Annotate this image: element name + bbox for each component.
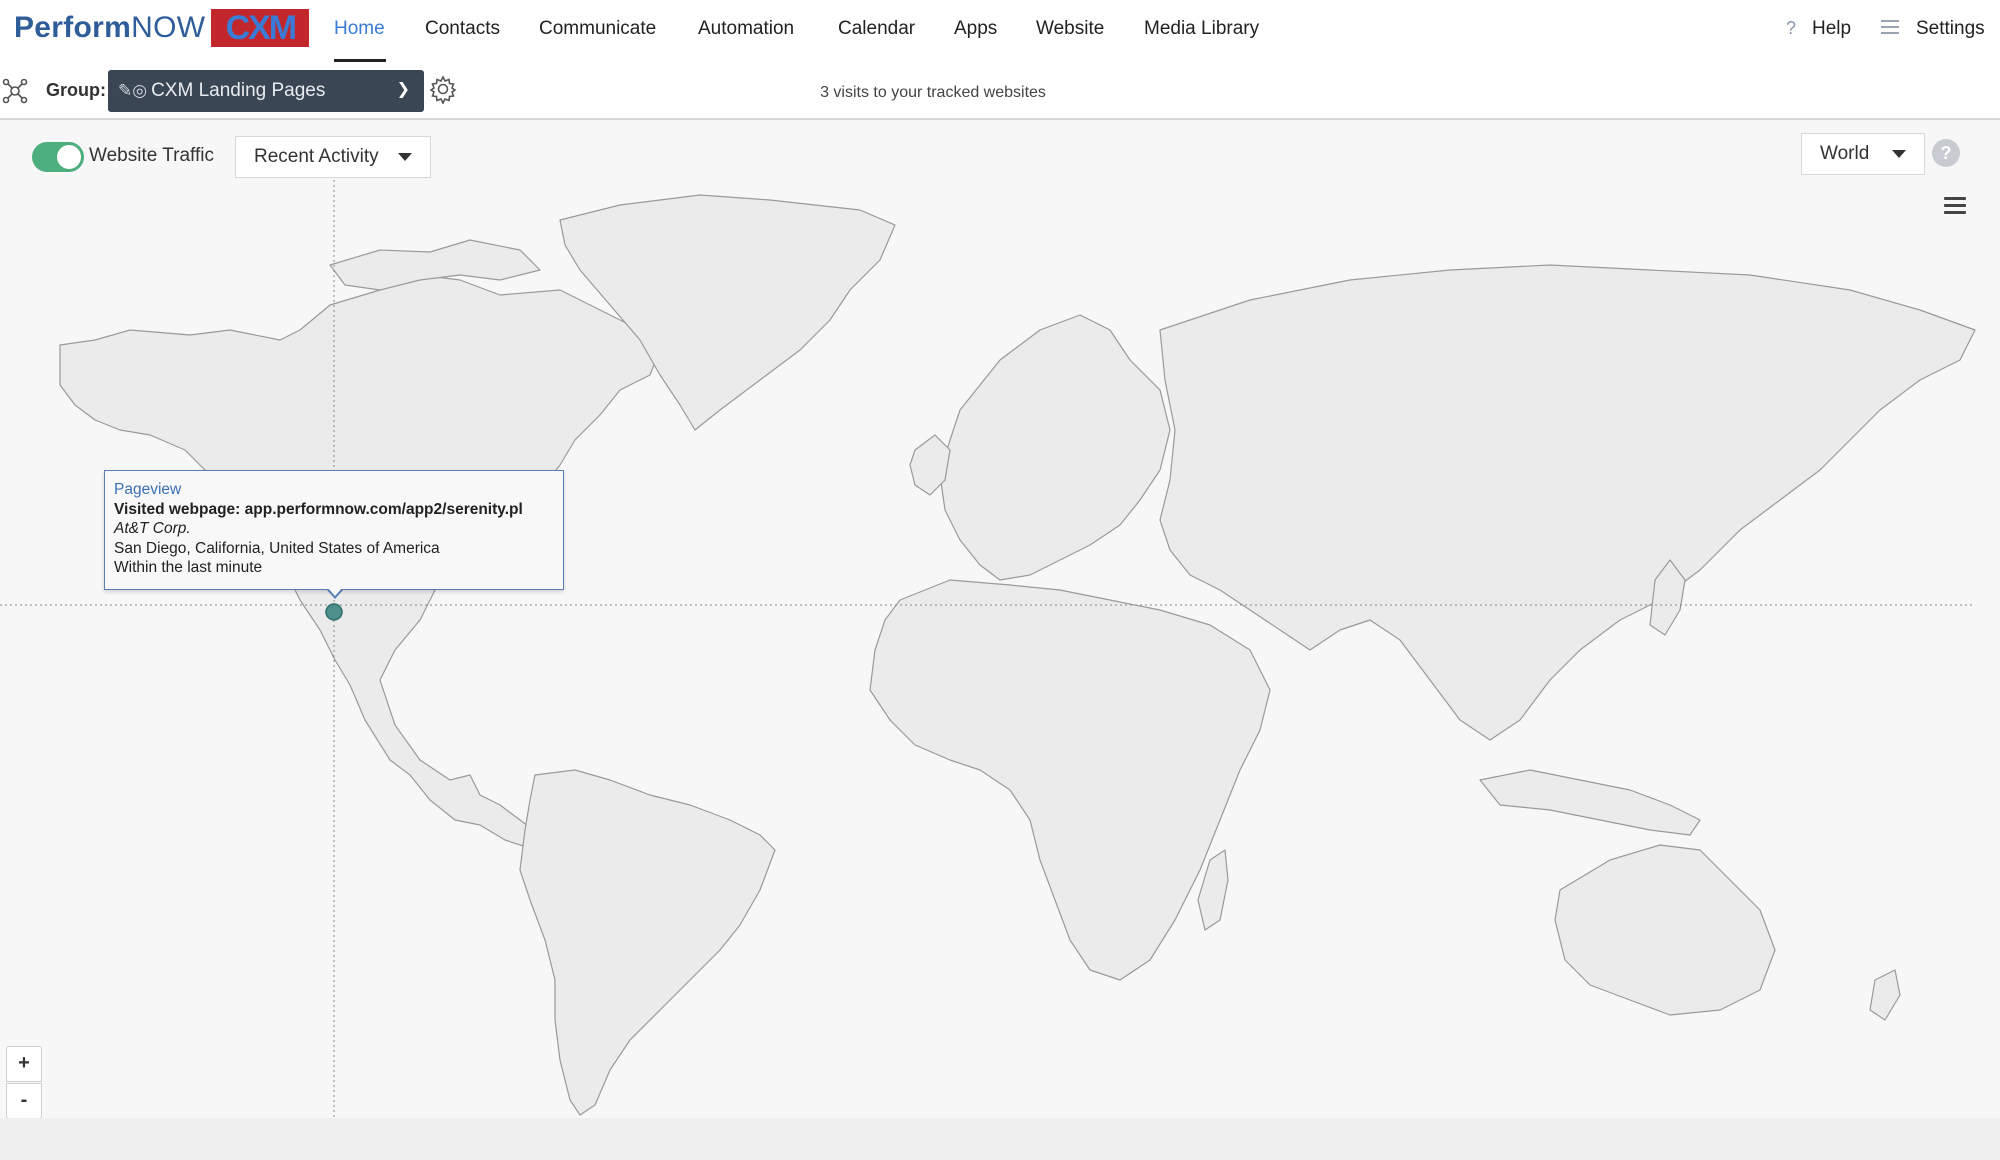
- cxm-logo-badge: CXM: [211, 9, 310, 47]
- caret-down-icon: [1892, 150, 1906, 158]
- visits-summary: 3 visits to your tracked websites: [820, 84, 1046, 101]
- visit-marker-san-diego[interactable]: [325, 603, 343, 621]
- nav-communicate[interactable]: Communicate: [539, 14, 656, 44]
- activity-select-value: Recent Activity: [254, 146, 379, 167]
- performnow-logo[interactable]: PerformNOW CXM: [14, 8, 310, 48]
- tooltip-organization: At&T Corp.: [114, 520, 191, 537]
- website-traffic-label: Website Traffic: [89, 145, 214, 166]
- map-asia: [1159, 264, 1976, 741]
- tooltip-time: Within the last minute: [114, 559, 263, 576]
- nav-help[interactable]: Help: [1812, 14, 1851, 44]
- map-europe: [939, 314, 1171, 581]
- zoom-out-button[interactable]: -: [6, 1083, 42, 1119]
- zoom-in-button[interactable]: +: [6, 1046, 42, 1082]
- region-select-value: World: [1820, 143, 1870, 164]
- nav-contacts[interactable]: Contacts: [425, 14, 500, 44]
- toggle-knob: [57, 145, 81, 169]
- nav-home[interactable]: Home: [334, 14, 385, 44]
- settings-menu-icon[interactable]: [1881, 20, 1899, 34]
- tooltip-webpage: Visited webpage: app.performnow.com/app2…: [114, 500, 523, 518]
- visit-tooltip: Pageview Visited webpage: app.performnow…: [104, 470, 564, 590]
- website-traffic-toggle[interactable]: [32, 142, 84, 172]
- world-map[interactable]: [0, 180, 2000, 1120]
- tooltip-arrow-fill: [328, 588, 342, 596]
- active-tab-indicator: [334, 59, 386, 62]
- map-australia: [1554, 844, 1776, 1016]
- tooltip-location: San Diego, California, United States of …: [114, 539, 440, 557]
- nav-calendar[interactable]: Calendar: [838, 14, 915, 44]
- nav-automation[interactable]: Automation: [698, 14, 794, 44]
- group-bar: Group: ✎◎ CXM Landing Pages ❯ 3 visits t…: [0, 66, 2000, 120]
- map-help-icon[interactable]: ?: [1932, 139, 1960, 167]
- caret-down-icon: [398, 153, 412, 161]
- footer-bar: [0, 1118, 2000, 1160]
- nav-settings[interactable]: Settings: [1916, 14, 1985, 44]
- logo-wordmark: PerformNOW: [14, 11, 206, 44]
- activity-select[interactable]: Recent Activity: [235, 136, 431, 178]
- map-south-america: [519, 769, 776, 1116]
- nav-media-library[interactable]: Media Library: [1144, 14, 1259, 44]
- region-select[interactable]: World: [1801, 133, 1925, 175]
- nav-website[interactable]: Website: [1036, 14, 1104, 44]
- top-navbar: PerformNOW CXM Home Contacts Communicate…: [0, 0, 2000, 66]
- tooltip-event-type: Pageview: [114, 481, 182, 498]
- map-new-zealand: [1869, 969, 1901, 1021]
- map-indonesia: [1479, 769, 1701, 836]
- nav-apps[interactable]: Apps: [954, 14, 997, 44]
- help-question-icon[interactable]: ?: [1786, 18, 1796, 39]
